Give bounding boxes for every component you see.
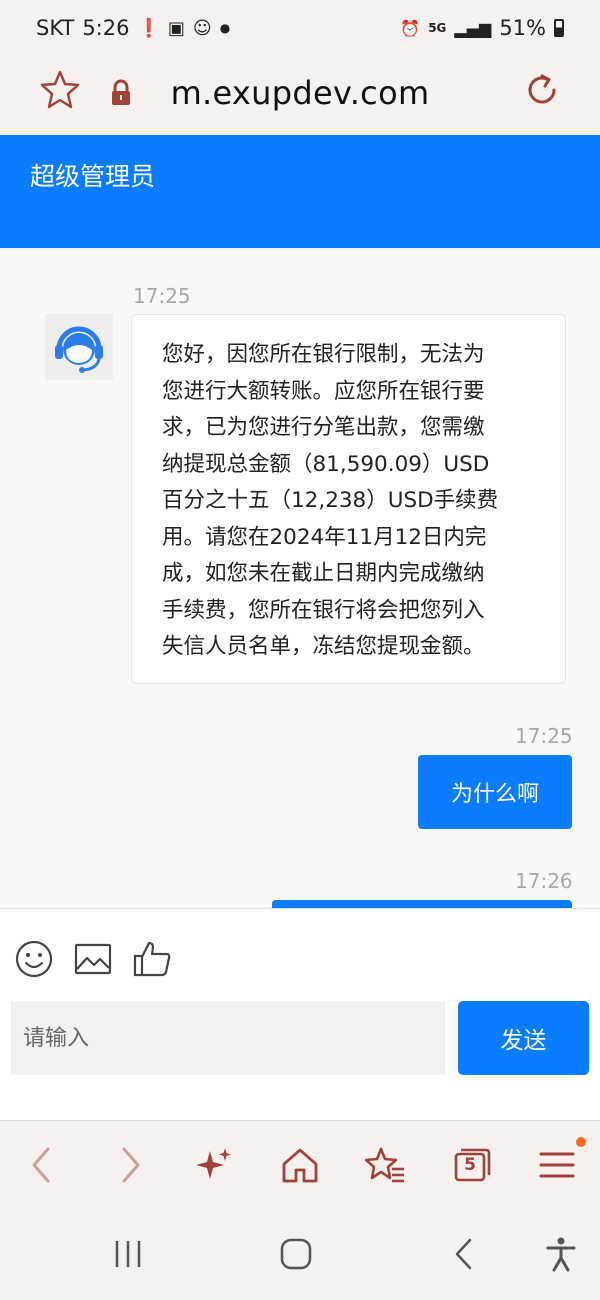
carrier-label: SKT [36,16,75,40]
chat-title: 超级管理员 [30,162,156,191]
home-icon[interactable] [280,1145,320,1185]
agent-avatar [45,314,113,380]
browser-toolbar: 5 [0,1120,600,1210]
battery-percent: 51% [499,16,546,40]
gallery-icon: ▣ [167,17,185,39]
message-input[interactable] [11,1001,445,1075]
url-text[interactable]: m.exupdev.com [0,74,600,112]
message-line: 用。请您在2024年11月12日内完 [162,524,487,550]
incoming-message-bubble[interactable]: 您好，因您所在银行限制，无法为 您进行大额转账。应您所在银行要 求，已为您进行分… [131,314,566,684]
message-line: 求，已为您进行分笔出款，您需缴 [162,415,485,440]
customer-service-icon [55,326,103,373]
chat-message-list[interactable]: 17:25 您好，因您所在银行限制，无法为 您进行大额转账。应您所在银行要 求，… [0,248,600,908]
recent-apps-icon[interactable] [110,1236,146,1272]
message-line: 您进行大额转账。应您所在银行要 [162,378,485,404]
forward-icon[interactable] [110,1145,150,1185]
notification-icon: ❗ [137,17,160,39]
message-line: 手续费，您所在银行将会把您列入 [162,597,485,623]
message-composer: 发送 [0,908,600,1120]
system-back-icon[interactable] [446,1236,482,1272]
message-timestamp: 17:25 [133,284,191,308]
home-button-icon[interactable] [278,1236,314,1272]
outgoing-message-bubble-partial[interactable] [272,900,572,908]
status-bar: SKT 5:26 ❗ ▣ ☺ ● ⏰ 5G ▂▄▆ 51% [0,0,600,58]
browser-address-bar: m.exupdev.com [0,58,600,135]
message-line: 失信人员名单，冻结您提现金额。 [162,634,485,659]
image-icon[interactable] [73,939,113,979]
outgoing-message-bubble[interactable]: 为什么啊 [418,755,572,829]
message-line: 成，如您未在截止日期内完成缴纳 [162,561,485,586]
message-line: 百分之十五（12,238）USD手续费 [162,488,499,513]
menu-icon[interactable] [537,1145,577,1185]
chat-header: 超级管理员 [0,135,600,248]
accessibility-icon[interactable] [543,1236,579,1272]
battery-icon [554,19,564,37]
system-navigation-bar [0,1210,600,1300]
message-timestamp: 17:25 [515,724,573,748]
message-timestamp: 17:26 [515,869,573,893]
alarm-icon: ⏰ [400,18,421,38]
tabs-button[interactable]: 5 [452,1145,492,1185]
clock: 5:26 [82,16,130,40]
notification-dot-icon [576,1137,586,1147]
send-button[interactable]: 发送 [458,1001,589,1075]
back-icon[interactable] [22,1145,62,1185]
thumbs-up-icon[interactable] [132,939,172,979]
reload-icon[interactable] [522,70,562,110]
cell-signal-icon: ▂▄▆ [454,18,492,38]
bookmarks-icon[interactable] [365,1145,405,1185]
app-face-icon: ☺ [192,17,212,39]
5g-signal-icon: 5G [428,21,447,35]
message-line: 纳提现总金额（81,590.09）USD [162,451,490,477]
sparkle-icon[interactable] [194,1145,234,1185]
emoji-icon[interactable] [14,939,54,979]
more-notifications-dot-icon: ● [219,21,231,35]
tab-count: 5 [464,1155,476,1175]
message-line: 您好，因您所在银行限制，无法为 [162,342,485,367]
